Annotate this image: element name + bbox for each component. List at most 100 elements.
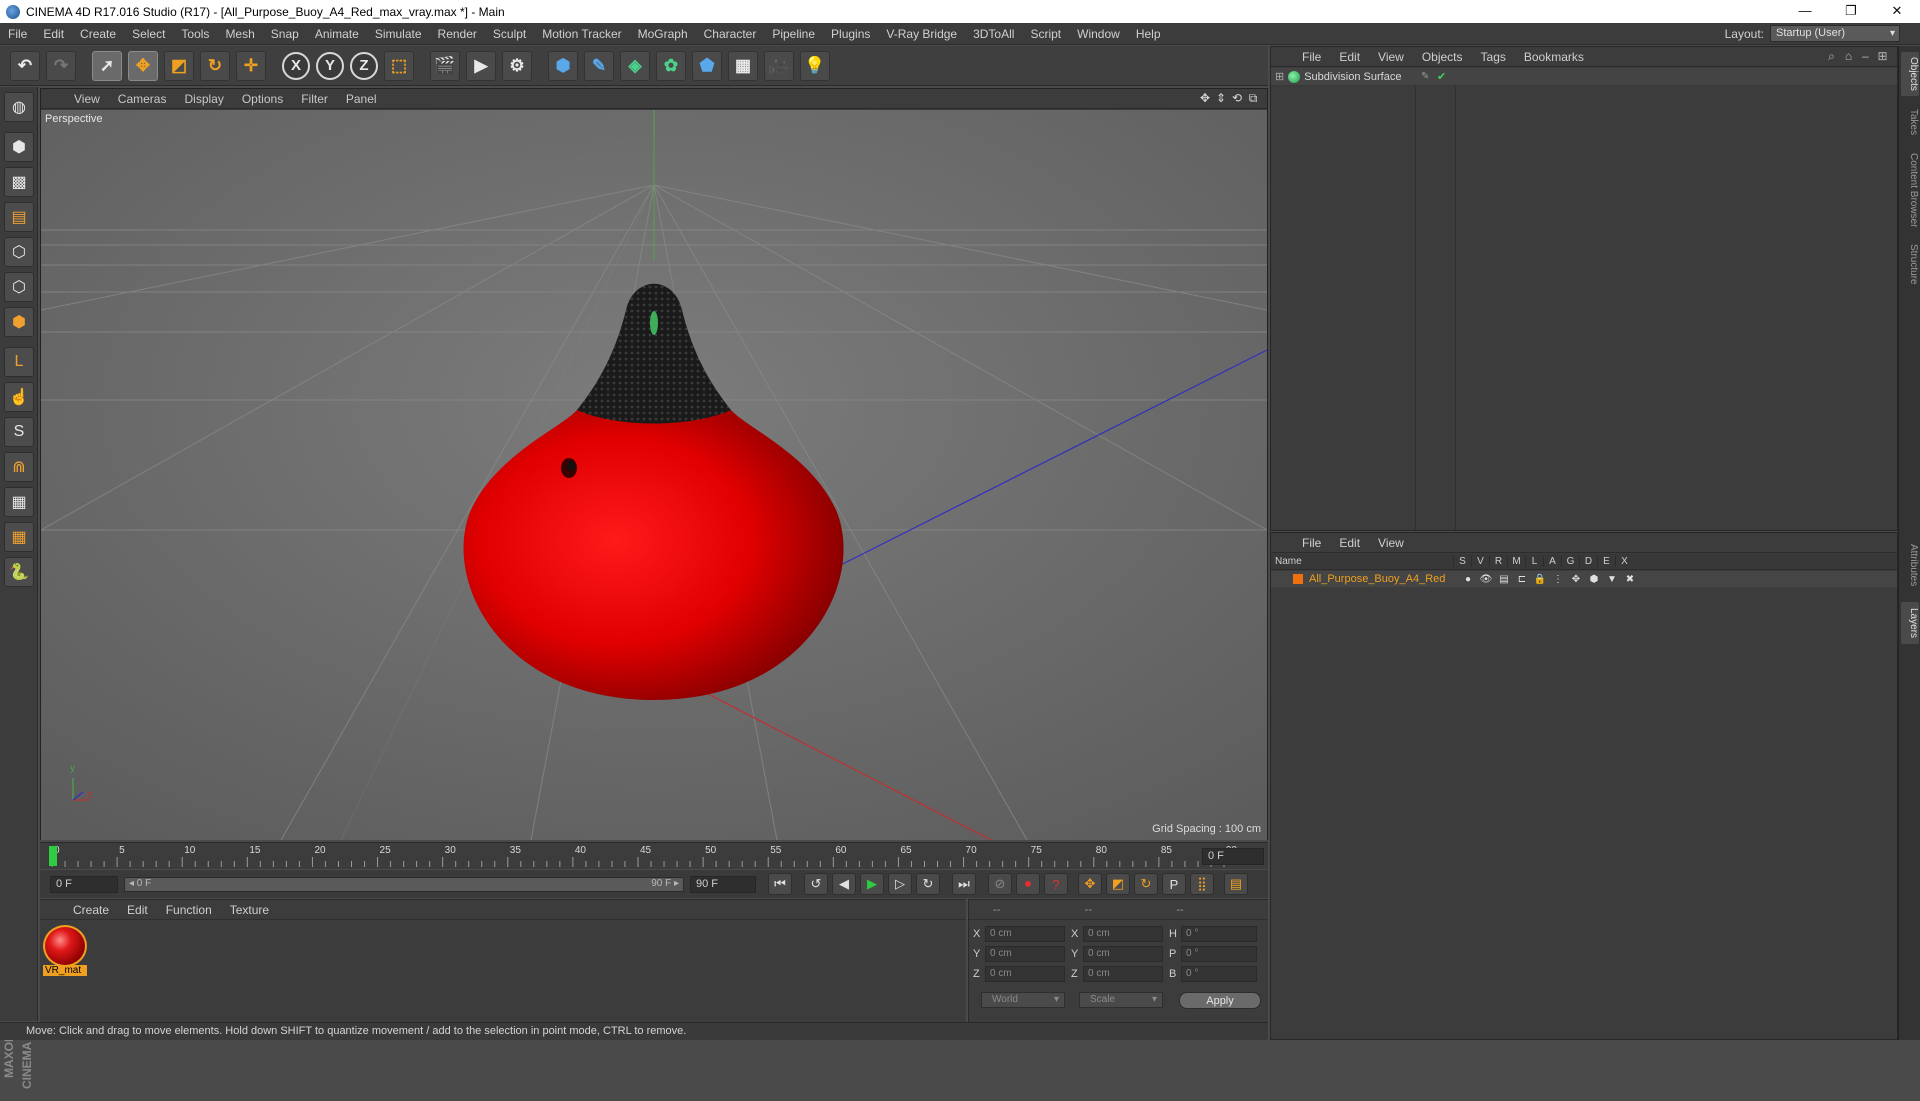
- om-menu-tags[interactable]: Tags: [1472, 50, 1515, 64]
- animation-icon[interactable]: ⋮: [1549, 574, 1567, 585]
- scale-tool-button[interactable]: ◩: [164, 50, 194, 81]
- key-scale-button[interactable]: ◩: [1106, 873, 1130, 895]
- material-menu-texture[interactable]: Texture: [221, 903, 278, 917]
- menu-script[interactable]: Script: [1022, 23, 1069, 45]
- material-menu-create[interactable]: Create: [64, 903, 118, 917]
- pan-icon[interactable]: ✥: [1197, 91, 1213, 106]
- layer-col-manager[interactable]: M: [1507, 556, 1525, 567]
- workplane-mode-button[interactable]: ▤: [4, 202, 34, 232]
- texture-mode-button[interactable]: ▩: [4, 167, 34, 197]
- render-picture-viewer-button[interactable]: ▶: [466, 50, 496, 81]
- apply-button[interactable]: Apply: [1179, 992, 1261, 1009]
- close-button[interactable]: ✕: [1874, 0, 1920, 23]
- layer-col-view[interactable]: V: [1471, 556, 1489, 567]
- size-y-field[interactable]: 0 cm: [1083, 946, 1163, 962]
- layer-col-locked[interactable]: L: [1525, 556, 1543, 567]
- tab-structure[interactable]: Structure: [1901, 238, 1919, 290]
- key-param-button[interactable]: P: [1162, 873, 1186, 895]
- size-x-field[interactable]: 0 cm: [1083, 926, 1163, 942]
- viewport-menu-filter[interactable]: Filter: [292, 92, 337, 106]
- perspective-viewport[interactable]: Perspective y z Grid Spacing : 100 cm: [41, 110, 1267, 840]
- deformer-icon[interactable]: ⬢: [1585, 574, 1603, 585]
- undo-button[interactable]: ↶: [10, 50, 40, 81]
- menu-select[interactable]: Select: [124, 23, 173, 45]
- tab-takes[interactable]: Takes: [1901, 104, 1919, 140]
- tab-attributes[interactable]: Attributes: [1901, 536, 1919, 594]
- previous-frame-button[interactable]: ◀: [832, 873, 856, 895]
- playhead-marker[interactable]: [49, 846, 57, 866]
- tab-content-browser[interactable]: Content Browser: [1901, 148, 1919, 232]
- material-menu-edit[interactable]: Edit: [118, 903, 157, 917]
- viewport-menu-display[interactable]: Display: [175, 92, 232, 106]
- om-menu-view[interactable]: View: [1369, 50, 1413, 64]
- subdivision-surface-button[interactable]: ◈: [620, 50, 650, 81]
- viewport-camera-label[interactable]: Perspective: [45, 113, 102, 125]
- manager-icon[interactable]: ⊏: [1513, 574, 1531, 585]
- visibility-toggle-icon[interactable]: ✎: [1421, 71, 1429, 82]
- python-button[interactable]: 🐍: [4, 557, 34, 587]
- menu-mograph[interactable]: MoGraph: [630, 23, 696, 45]
- snap-button[interactable]: S: [4, 417, 34, 447]
- material-menu-function[interactable]: Function: [157, 903, 221, 917]
- deformer-button[interactable]: ⬟: [692, 50, 722, 81]
- layer-col-xref[interactable]: X: [1615, 556, 1633, 567]
- layer-col-deformers[interactable]: D: [1579, 556, 1597, 567]
- tweak-mode-button[interactable]: ☝: [4, 382, 34, 412]
- camera-button[interactable]: 🎥: [764, 50, 794, 81]
- layer-row[interactable]: All_Purpose_Buoy_A4_Red ● 👁 ▤ ⊏ 🔒 ⋮ ✥ ⬢ …: [1271, 571, 1897, 587]
- minimize-panel-icon[interactable]: –: [1857, 49, 1874, 64]
- lm-menu-view[interactable]: View: [1369, 536, 1413, 550]
- next-key-button[interactable]: ↻: [916, 873, 940, 895]
- home-icon[interactable]: ⌂: [1840, 49, 1857, 64]
- rotation-h-field[interactable]: 0 °: [1181, 926, 1257, 942]
- menu-window[interactable]: Window: [1069, 23, 1128, 45]
- rotate-tool-button[interactable]: ↻: [200, 50, 230, 81]
- solo-dot-icon[interactable]: ●: [1459, 574, 1477, 585]
- generator-icon[interactable]: ✥: [1567, 574, 1585, 585]
- axis-mode-button[interactable]: L: [4, 347, 34, 377]
- menu-plugins[interactable]: Plugins: [823, 23, 878, 45]
- size-mode-dropdown[interactable]: Scale: [1079, 992, 1163, 1008]
- viewport-menu-options[interactable]: Options: [233, 92, 292, 106]
- select-tool-button[interactable]: ➚: [92, 50, 122, 81]
- x-axis-button[interactable]: X: [282, 51, 310, 80]
- key-rotation-button[interactable]: ↻: [1134, 873, 1158, 895]
- polygons-mode-button[interactable]: ⬢: [4, 307, 34, 337]
- start-frame-field[interactable]: 0 F: [50, 875, 118, 893]
- position-x-field[interactable]: 0 cm: [985, 926, 1065, 942]
- workplane-lock-button[interactable]: ▦: [4, 487, 34, 517]
- rotation-p-field[interactable]: 0 °: [1181, 946, 1257, 962]
- autokey-button[interactable]: ?: [1044, 873, 1068, 895]
- menu-render[interactable]: Render: [430, 23, 485, 45]
- rotation-b-field[interactable]: 0 °: [1181, 966, 1257, 982]
- material-swatch[interactable]: VR_mat: [43, 925, 87, 976]
- xref-icon[interactable]: ✖: [1621, 574, 1639, 585]
- layout-dropdown[interactable]: Startup (User): [1770, 25, 1900, 42]
- position-y-field[interactable]: 0 cm: [985, 946, 1065, 962]
- key-position-button[interactable]: ✥: [1078, 873, 1102, 895]
- layer-col-animation[interactable]: A: [1543, 556, 1561, 567]
- menu-tools[interactable]: Tools: [173, 23, 217, 45]
- render-clapper-icon[interactable]: ▤: [1495, 574, 1513, 585]
- cube-object-button[interactable]: ⬢: [548, 50, 578, 81]
- dolly-icon[interactable]: ⇕: [1213, 91, 1229, 106]
- om-menu-bookmarks[interactable]: Bookmarks: [1515, 50, 1593, 64]
- layer-col-name[interactable]: Name: [1271, 556, 1453, 567]
- menu-snap[interactable]: Snap: [263, 23, 307, 45]
- viewport-menu-cameras[interactable]: Cameras: [109, 92, 176, 106]
- coordinate-system-button[interactable]: ⬚: [384, 50, 414, 81]
- om-menu-file[interactable]: File: [1293, 50, 1330, 64]
- magnet-button[interactable]: ⋒: [4, 452, 34, 482]
- array-button[interactable]: ✿: [656, 50, 686, 81]
- size-z-field[interactable]: 0 cm: [1083, 966, 1163, 982]
- points-mode-button[interactable]: ⬡: [4, 237, 34, 267]
- edges-mode-button[interactable]: ⬡: [4, 272, 34, 302]
- key-pla-button[interactable]: ⣿: [1190, 873, 1214, 895]
- render-view-button[interactable]: 🎬: [430, 50, 460, 81]
- spline-pen-button[interactable]: ✎: [584, 50, 614, 81]
- orbit-icon[interactable]: ⟲: [1229, 91, 1245, 106]
- tab-layers[interactable]: Layers: [1901, 602, 1919, 644]
- timeline-button[interactable]: ▤: [1224, 873, 1248, 895]
- key-off-button[interactable]: ⊘: [988, 873, 1012, 895]
- layer-col-render[interactable]: R: [1489, 556, 1507, 567]
